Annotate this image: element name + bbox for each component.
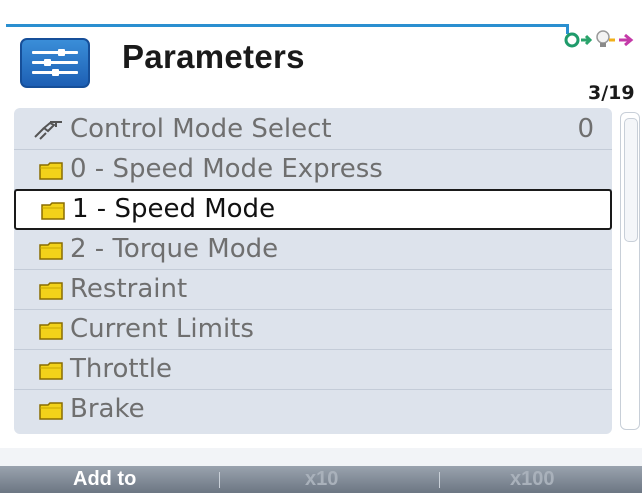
folder-icon bbox=[39, 242, 63, 260]
connection-icon bbox=[564, 32, 580, 48]
list-item-label: Brake bbox=[70, 394, 145, 424]
footer-strip bbox=[0, 448, 642, 466]
list-item-label: Current Limits bbox=[70, 314, 254, 344]
softkey-bar: Add to x10 x100 bbox=[0, 466, 642, 493]
item-counter: 3/19 bbox=[588, 82, 635, 104]
folder-icon bbox=[39, 402, 63, 420]
list-item-label: Restraint bbox=[70, 274, 188, 304]
list-item-current-limits[interactable]: Current Limits bbox=[14, 310, 612, 350]
x10-softkey[interactable]: x10 bbox=[305, 468, 338, 491]
list-item-value: 0 bbox=[577, 114, 594, 144]
page-title: Parameters bbox=[122, 38, 305, 75]
scrollbar-thumb[interactable] bbox=[624, 118, 638, 242]
folder-icon bbox=[39, 162, 63, 180]
list-item-control-mode-select[interactable]: Control Mode Select 0 bbox=[14, 110, 612, 150]
folder-icon bbox=[41, 202, 65, 220]
status-icons bbox=[564, 30, 634, 48]
list-item-label: Throttle bbox=[70, 354, 172, 384]
softkey-divider bbox=[439, 472, 440, 488]
bulb-icon bbox=[596, 30, 615, 47]
list-item-label: 0 - Speed Mode Express bbox=[70, 154, 383, 184]
list-item-throttle[interactable]: Throttle bbox=[14, 350, 612, 390]
list-item-restraint[interactable]: Restraint bbox=[14, 270, 612, 310]
add-to-softkey[interactable]: Add to bbox=[73, 468, 136, 491]
list-item-speed-mode[interactable]: 1 - Speed Mode bbox=[14, 189, 612, 230]
x100-softkey[interactable]: x100 bbox=[510, 468, 555, 491]
folder-icon bbox=[39, 322, 63, 340]
folder-icon bbox=[39, 282, 63, 300]
softkey-divider bbox=[219, 472, 220, 488]
list-item-torque-mode[interactable]: 2 - Torque Mode bbox=[14, 230, 612, 270]
list-item-label: 2 - Torque Mode bbox=[70, 234, 279, 264]
list-item-speed-mode-express[interactable]: 0 - Speed Mode Express bbox=[14, 150, 612, 190]
list-item-brake[interactable]: Brake bbox=[14, 390, 612, 430]
tools-icon bbox=[34, 121, 62, 140]
header-divider bbox=[6, 24, 568, 27]
list-item-label: Control Mode Select bbox=[70, 114, 332, 144]
list-item-label: 1 - Speed Mode bbox=[72, 194, 276, 224]
sliders-icon bbox=[20, 38, 90, 88]
folder-icon bbox=[39, 362, 63, 380]
